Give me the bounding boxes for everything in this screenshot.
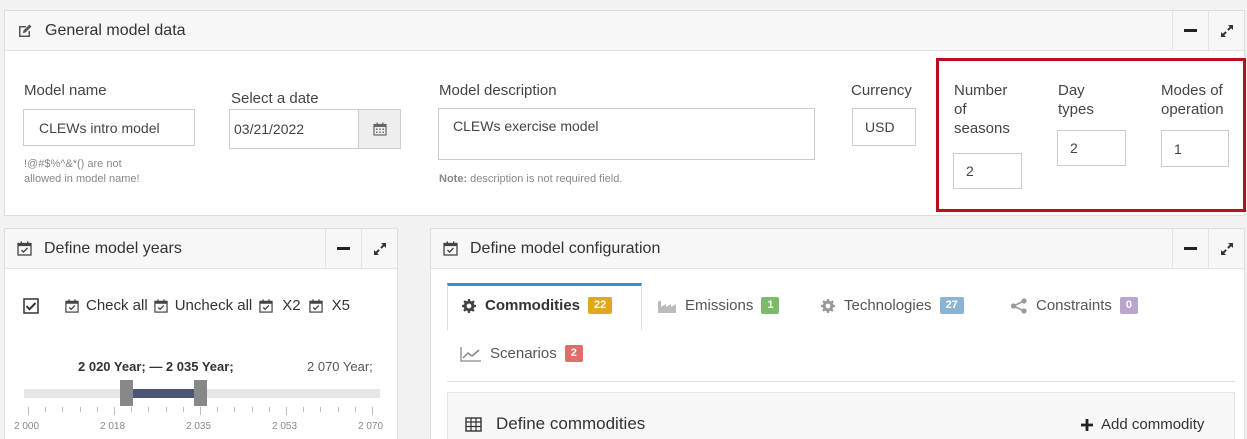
collapse-button[interactable] <box>1172 11 1208 50</box>
slider-tick <box>114 407 115 415</box>
plus-icon <box>1081 418 1093 431</box>
description-note: Note: description is not required field. <box>439 173 623 185</box>
slider-tick <box>200 407 201 415</box>
x2-button[interactable]: X2 <box>259 297 301 314</box>
slider-tick <box>337 407 339 412</box>
model-name-label: Model name <box>24 82 107 99</box>
define-commodities-header: Define commodities <box>465 414 645 434</box>
general-panel-title: General model data <box>45 21 186 39</box>
uncheck-all-button[interactable]: Uncheck all <box>154 297 252 314</box>
calendar-check-icon <box>443 241 458 256</box>
slider-tick <box>268 407 270 412</box>
check-all-button[interactable]: Check all <box>65 297 148 314</box>
emissions-count-badge: 1 <box>761 297 780 314</box>
slider-tick-label: 2 000 <box>14 421 40 432</box>
slider-handle-from[interactable] <box>120 380 134 406</box>
expand-icon <box>1220 242 1234 256</box>
share-icon <box>1010 297 1028 314</box>
calendar-icon <box>372 122 387 136</box>
description-value: CLEWs exercise model <box>453 118 599 134</box>
date-value: 03/21/2022 <box>234 121 305 137</box>
slider-tick <box>303 407 305 412</box>
x5-button[interactable]: X5 <box>308 297 350 314</box>
slider-tick <box>62 407 64 412</box>
slider-tick-label: 2 070 <box>358 421 384 432</box>
max-year-label: 2 070 Year; <box>307 359 373 374</box>
config-collapse-button[interactable] <box>1172 229 1208 268</box>
expand-icon <box>373 242 387 256</box>
calendar-check-icon <box>154 298 168 313</box>
tab-emissions[interactable]: Emissions 1 <box>657 297 780 314</box>
edit-icon <box>17 23 33 39</box>
line-chart-icon <box>460 346 482 362</box>
slider-tick <box>217 407 219 412</box>
slider-tick <box>372 407 373 415</box>
tab-commodities[interactable]: Commodities 22 <box>461 297 613 314</box>
scenarios-count-badge: 2 <box>564 345 583 362</box>
model-name-hint-2: allowed in model name! <box>24 173 140 185</box>
minus-icon <box>337 247 350 250</box>
slider-tick <box>131 407 133 412</box>
configuration-panel-title: Define model configuration <box>470 239 661 257</box>
slider-tick <box>286 407 287 415</box>
calendar-check-icon <box>259 298 273 313</box>
expand-icon <box>1220 24 1234 38</box>
gear-icon <box>461 298 477 314</box>
selected-range-label: 2 020 Year; — 2 035 Year; <box>78 359 234 374</box>
years-expand-button[interactable] <box>361 229 397 268</box>
slider-tick <box>96 407 98 412</box>
slider-tick <box>234 407 236 412</box>
expand-button[interactable] <box>1208 11 1244 50</box>
currency-label: Currency <box>851 82 912 99</box>
constraints-count-badge: 0 <box>1119 297 1138 314</box>
years-slider-range <box>126 389 200 398</box>
model-name-hint-1: !@#$%^&*() are not <box>24 158 122 170</box>
slider-tick <box>79 407 81 412</box>
calendar-check-icon <box>308 298 323 313</box>
select-all-checkbox-icon[interactable] <box>23 297 39 314</box>
add-commodity-button[interactable]: Add commodity <box>1081 416 1204 433</box>
years-toolbar: Check all Uncheck all X2 X5 <box>23 297 350 314</box>
factory-icon <box>657 298 677 314</box>
tabs-bottom-border <box>447 381 1235 382</box>
general-panel-header: General model data <box>5 11 1244 51</box>
slider-tick-label: 2 018 <box>100 421 126 432</box>
calendar-check-icon <box>65 298 79 313</box>
slider-handle-to[interactable] <box>194 380 207 406</box>
slider-tick <box>354 407 356 412</box>
date-label: Select a date <box>231 90 319 107</box>
slider-tick <box>320 407 322 412</box>
highlight-box <box>936 58 1246 212</box>
commodities-count-badge: 22 <box>588 297 613 314</box>
gear-icon <box>820 298 836 314</box>
model-name-input[interactable]: CLEWs intro model <box>23 109 195 146</box>
slider-tick <box>182 407 184 412</box>
tab-constraints[interactable]: Constraints 0 <box>1010 297 1138 314</box>
slider-tick <box>251 407 253 412</box>
slider-tick-label: 2 035 <box>186 421 212 432</box>
description-label: Model description <box>439 82 557 99</box>
slider-tick-label: 2 053 <box>272 421 298 432</box>
technologies-count-badge: 27 <box>939 297 964 314</box>
calendar-check-icon <box>17 241 32 256</box>
slider-tick <box>148 407 150 412</box>
config-expand-button[interactable] <box>1208 229 1244 268</box>
date-input[interactable]: 03/21/2022 <box>229 109 401 149</box>
slider-tick <box>28 407 29 415</box>
table-icon <box>465 416 482 432</box>
minus-icon <box>1184 247 1197 250</box>
minus-icon <box>1184 29 1197 32</box>
description-input[interactable]: CLEWs exercise model <box>438 108 815 160</box>
years-panel-title: Define model years <box>44 239 182 257</box>
currency-input[interactable]: USD <box>852 108 916 146</box>
slider-tick <box>165 407 167 412</box>
years-collapse-button[interactable] <box>325 229 361 268</box>
tab-technologies[interactable]: Technologies 27 <box>820 297 964 314</box>
slider-tick <box>45 407 47 412</box>
tab-scenarios[interactable]: Scenarios 2 <box>460 345 583 362</box>
date-picker-button[interactable] <box>358 110 400 148</box>
